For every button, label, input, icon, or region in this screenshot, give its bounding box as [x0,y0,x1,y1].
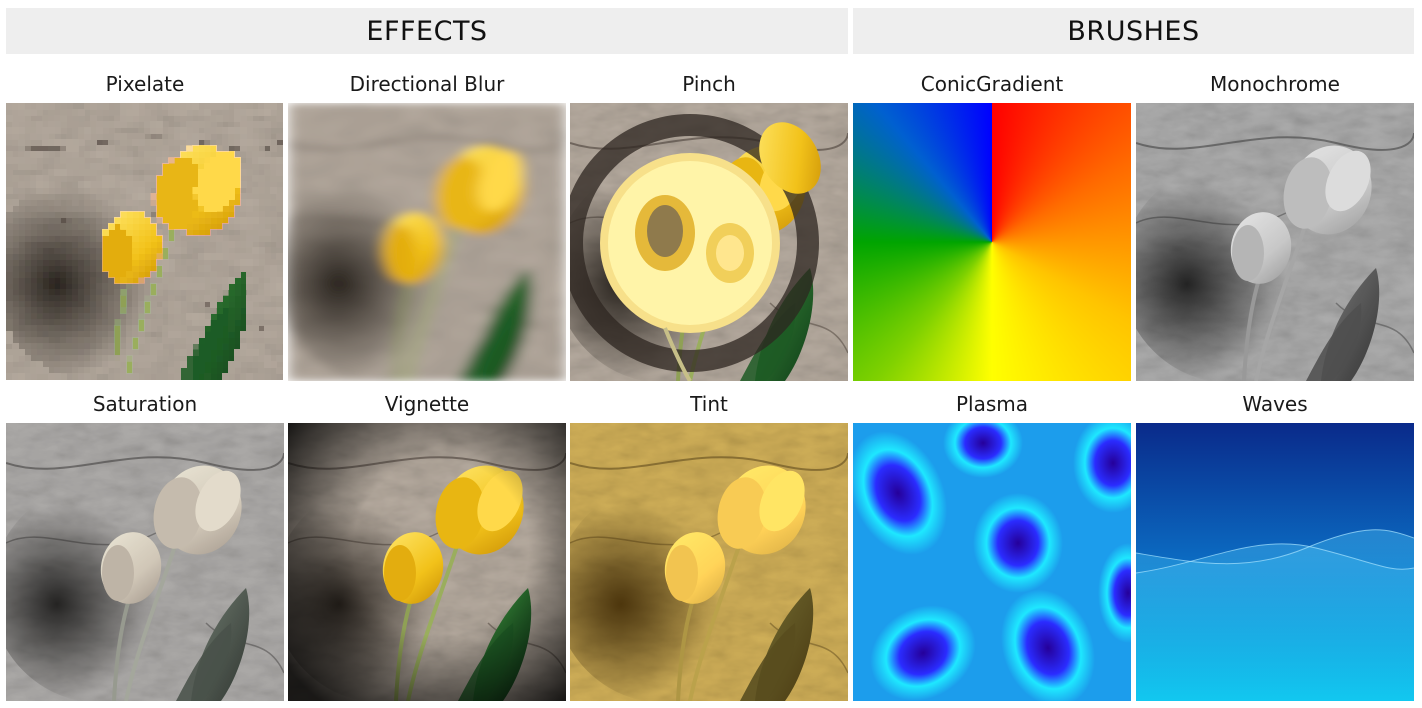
pixelate-label: Pixelate [105,72,185,96]
plasma-label: Plasma [955,392,1029,416]
tint-label: Tint [690,392,728,416]
waves-label: Waves [1242,392,1308,416]
waves-preview[interactable] [1136,423,1414,701]
brushes-section-header: BRUSHES [853,8,1414,54]
monochrome-preview[interactable] [1136,103,1414,381]
directional-blur-label: Directional Blur [349,72,505,96]
vignette-label: Vignette [384,392,470,416]
tint-preview[interactable] [570,423,848,701]
pinch-label: Pinch [682,72,736,96]
conic-gradient-label: ConicGradient [920,72,1064,96]
conic-gradient-preview[interactable] [853,103,1131,381]
pixelate-preview[interactable] [6,103,284,381]
directional-blur-preview[interactable] [288,103,566,381]
vignette-preview[interactable] [288,423,566,701]
saturation-preview[interactable] [6,423,284,701]
saturation-label: Saturation [92,392,198,416]
effects-section-header: EFFECTS [6,8,848,54]
plasma-preview[interactable] [853,423,1131,701]
pinch-preview[interactable] [570,103,848,381]
monochrome-label: Monochrome [1210,72,1340,96]
